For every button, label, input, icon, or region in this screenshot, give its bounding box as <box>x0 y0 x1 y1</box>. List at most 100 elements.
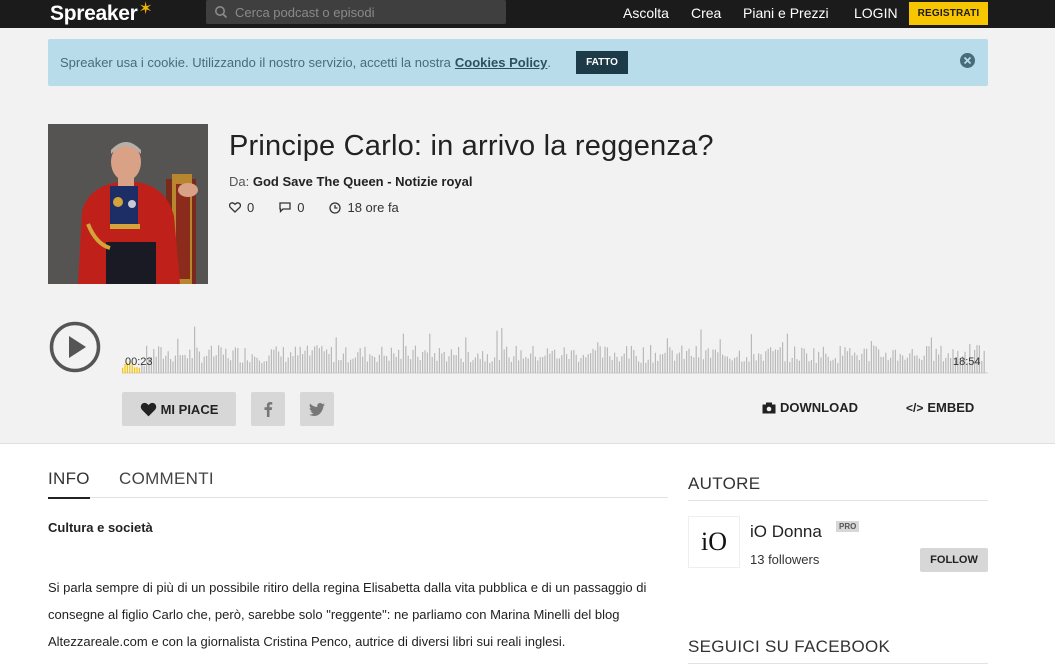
waveform-bar <box>904 359 906 373</box>
cookie-text: Spreaker usa i cookie. Utilizzando il no… <box>60 55 451 70</box>
register-button[interactable]: REGISTRATI <box>909 2 988 25</box>
waveform-bar <box>628 358 630 373</box>
episode-cover-image <box>48 124 208 284</box>
waveform-bar <box>765 351 767 373</box>
waveform-bar <box>942 361 944 373</box>
waveform-bar <box>472 360 474 373</box>
nav-crea[interactable]: Crea <box>691 0 721 26</box>
close-icon[interactable] <box>959 52 976 69</box>
waveform-bar <box>556 358 558 373</box>
waveform-bar <box>258 360 260 373</box>
waveform-bar <box>774 349 776 373</box>
tab-commenti[interactable]: COMMENTI <box>119 469 214 489</box>
waveform-bar <box>702 359 704 373</box>
download-icon <box>762 402 776 413</box>
waveform-bar <box>674 360 676 373</box>
search-input[interactable] <box>235 4 495 20</box>
waveform-bar <box>726 356 728 373</box>
waveform-bar <box>484 361 486 373</box>
cookie-accept-button[interactable]: FATTO <box>576 51 629 74</box>
login-link[interactable]: LOGIN <box>854 0 898 26</box>
twitter-share-button[interactable] <box>300 392 334 426</box>
waveform-bar <box>489 362 491 373</box>
follow-button[interactable]: FOLLOW <box>920 548 988 572</box>
waveform-bar <box>443 352 445 373</box>
waveform-bar <box>330 347 332 373</box>
like-button[interactable]: MI PIACE <box>122 392 236 426</box>
waveform-bar <box>400 358 402 373</box>
play-button[interactable] <box>49 321 101 373</box>
episode-meta: 0 0 18 ore fa <box>229 200 424 215</box>
waveform-bar <box>196 347 198 373</box>
episode-title: Principe Carlo: in arrivo la reggenza? <box>229 130 714 162</box>
download-button[interactable]: DOWNLOAD <box>762 400 858 415</box>
audio-waveform[interactable] <box>122 318 988 374</box>
logo-star-icon: ✶ <box>138 0 153 18</box>
nav-ascolta[interactable]: Ascolta <box>623 0 669 26</box>
nav-piani-prezzi[interactable]: Piani e Prezzi <box>743 0 829 26</box>
facebook-share-button[interactable] <box>251 392 285 426</box>
waveform-bar <box>153 349 155 373</box>
waveform-bar <box>470 362 472 373</box>
spreaker-logo[interactable]: Spreaker ✶ <box>50 0 153 27</box>
search-box[interactable] <box>206 0 506 24</box>
waveform-bar <box>412 350 414 373</box>
waveform-bar <box>981 360 983 373</box>
waveform-bar <box>746 357 748 373</box>
waveform-bar <box>849 348 851 373</box>
waveform-bar <box>213 356 215 373</box>
waveform-bar <box>585 357 587 373</box>
waveform-bar <box>762 360 764 373</box>
waveform-bar <box>506 346 508 373</box>
waveform-bar <box>854 352 856 373</box>
waveform-bar <box>688 348 690 373</box>
waveform-bar <box>755 360 757 373</box>
waveform-bar <box>731 360 733 373</box>
waveform-bar <box>532 346 534 373</box>
waveform-bar <box>453 354 455 373</box>
waveform-bar <box>647 359 649 373</box>
waveform-bar <box>633 350 635 373</box>
waveform-bar <box>167 351 169 373</box>
waveform-bar <box>666 338 668 373</box>
facebook-icon <box>264 402 273 417</box>
waveform-bar <box>935 348 937 373</box>
waveform-bar <box>767 348 769 373</box>
waveform-bar <box>753 354 755 373</box>
waveform-bar <box>707 348 709 373</box>
waveform-bar <box>263 361 265 373</box>
cookie-period: . <box>547 55 552 70</box>
waveform-bar <box>794 346 796 373</box>
waveform-bar <box>448 356 450 373</box>
waveform-bar <box>791 358 793 373</box>
waveform-bar <box>834 358 836 373</box>
waveform-bar <box>352 358 354 373</box>
waveform-bar <box>323 351 325 373</box>
show-link[interactable]: God Save The Queen - Notizie royal <box>253 174 473 189</box>
waveform-bar <box>779 347 781 373</box>
waveform-bar <box>789 362 791 373</box>
tab-info[interactable]: INFO <box>48 469 90 499</box>
waveform-bar <box>414 345 416 373</box>
embed-button[interactable]: </> EMBED <box>906 400 974 415</box>
waveform-bar <box>383 355 385 373</box>
author-avatar[interactable]: iO <box>688 516 740 568</box>
waveform-bar <box>417 356 419 373</box>
waveform-bar <box>909 353 911 373</box>
waveform-bar <box>326 349 328 373</box>
waveform-bar <box>599 346 601 373</box>
waveform-bar <box>210 345 212 373</box>
waveform-bar <box>580 357 582 373</box>
waveform-bar <box>712 349 714 373</box>
waveform-bar <box>174 355 176 373</box>
waveform-bar <box>155 356 157 373</box>
waveform-bar <box>645 362 647 373</box>
waveform-bar <box>693 357 695 373</box>
author-name[interactable]: iO Donna <box>750 522 822 542</box>
waveform-bar <box>933 360 935 373</box>
cookies-policy-link[interactable]: Cookies Policy <box>455 55 547 70</box>
waveform-bar <box>842 355 844 373</box>
waveform-bar <box>676 353 678 373</box>
waveform-bar <box>741 361 743 373</box>
waveform-bar <box>215 355 217 373</box>
